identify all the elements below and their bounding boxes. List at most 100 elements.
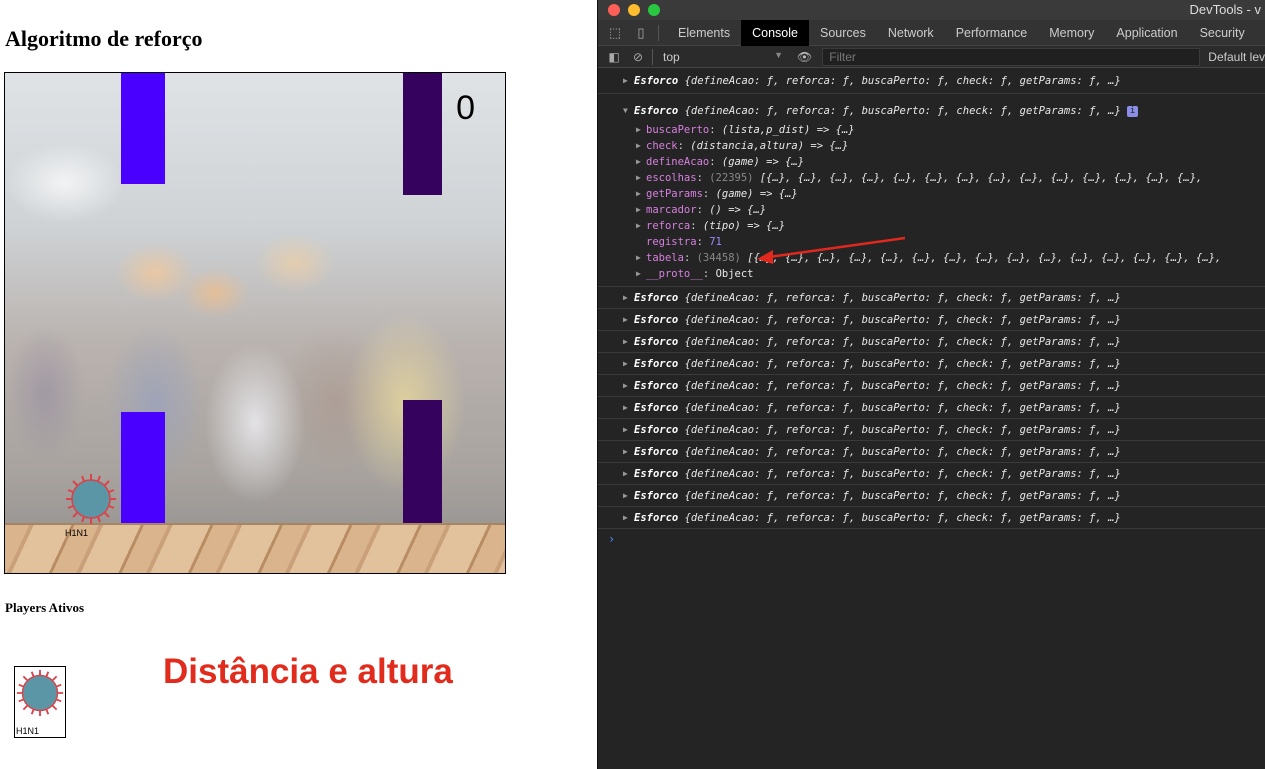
expand-triangle-icon[interactable]: ▶ bbox=[636, 170, 641, 186]
property-proto[interactable]: ▶ __proto__: Object bbox=[598, 266, 1265, 282]
tab-console[interactable]: Console bbox=[741, 19, 809, 46]
expand-triangle-icon[interactable]: ▶ bbox=[623, 375, 628, 397]
property-reforca[interactable]: ▶ reforca: (tipo) => {…} bbox=[598, 218, 1265, 234]
expand-triangle-icon[interactable]: ▶ bbox=[623, 485, 628, 507]
page-title: Algoritmo de reforço bbox=[5, 26, 203, 51]
console-entry[interactable]: ▶ Esforco {defineAcao: ƒ, reforca: ƒ, bus… bbox=[598, 397, 1265, 419]
window-title: DevTools - v bbox=[1189, 2, 1261, 17]
property-marcador[interactable]: ▶ marcador: () => {…} bbox=[598, 202, 1265, 218]
property-tabela[interactable]: ▶ tabela: (34458) [{…}, {…}, {…}, {…}, {…… bbox=[598, 250, 1265, 266]
expand-triangle-icon[interactable]: ▶ bbox=[623, 397, 628, 419]
entry-class-name: Esforco bbox=[634, 402, 679, 414]
console-entry[interactable]: ▶ Esforco {defineAcao: ƒ, reforca: ƒ, bus… bbox=[598, 375, 1265, 397]
entry-preview: {defineAcao: ƒ, reforca: ƒ, buscaPerto: … bbox=[684, 446, 1121, 458]
expanded-header[interactable]: ▼ Esforco {defineAcao: ƒ, reforca: ƒ, bu… bbox=[598, 100, 1265, 122]
property-value: () => {…} bbox=[709, 204, 767, 216]
collapse-triangle-icon[interactable]: ▼ bbox=[623, 100, 628, 122]
game-page: Algoritmo de reforço 0 H1N1 Players Ativ… bbox=[0, 0, 598, 769]
filter-input[interactable]: Filter bbox=[822, 47, 1201, 66]
pipe-top-2 bbox=[403, 73, 442, 195]
property-getParams[interactable]: ▶ getParams: (game) => {…} bbox=[598, 186, 1265, 202]
context-selector[interactable]: top ▼ bbox=[663, 50, 783, 64]
console-toolbar: ◧ ⊘ top ▼ 👁 Filter Default lev bbox=[598, 46, 1265, 68]
expand-triangle-icon[interactable]: ▶ bbox=[636, 186, 641, 202]
property-value: 71 bbox=[709, 236, 722, 248]
expand-triangle-icon[interactable]: ▶ bbox=[636, 122, 641, 138]
clear-console-icon[interactable]: ⊘ bbox=[630, 50, 646, 64]
close-window-button[interactable] bbox=[608, 4, 620, 16]
expand-triangle-icon[interactable]: ▶ bbox=[623, 463, 628, 485]
expand-triangle-icon[interactable]: ▶ bbox=[623, 441, 628, 463]
expand-triangle-icon[interactable]: ▶ bbox=[623, 331, 628, 353]
tab-application[interactable]: Application bbox=[1105, 20, 1188, 46]
property-escolhas[interactable]: ▶ escolhas: (22395) [{…}, {…}, {…}, {…}, … bbox=[598, 170, 1265, 186]
tab-memory[interactable]: Memory bbox=[1038, 20, 1105, 46]
entry-class-name: Esforco bbox=[634, 314, 679, 326]
expand-triangle-icon[interactable]: ▶ bbox=[623, 287, 628, 309]
info-icon[interactable]: i bbox=[1127, 105, 1139, 117]
caption-text: Distância e altura bbox=[163, 652, 453, 691]
expand-triangle-icon[interactable]: ▶ bbox=[636, 138, 641, 154]
expand-triangle-icon[interactable]: ▶ bbox=[623, 353, 628, 375]
console-prompt[interactable]: › bbox=[598, 529, 1265, 549]
toolbar-divider bbox=[652, 48, 653, 65]
collapsed-entries: ▶ Esforco {defineAcao: ƒ, reforca: ƒ, bus… bbox=[598, 287, 1265, 529]
console-entry[interactable]: ▶ Esforco {defineAcao: ƒ, reforca: ƒ, bus… bbox=[598, 485, 1265, 507]
entry-class-name: Esforco bbox=[634, 446, 679, 458]
property-count: (22395) bbox=[709, 172, 754, 184]
console-entry[interactable]: ▶ Esforco {defineAcao: ƒ, reforca: ƒ, bu… bbox=[598, 68, 1265, 94]
player-card[interactable]: H1N1 bbox=[14, 666, 66, 738]
tab-security[interactable]: Security bbox=[1189, 20, 1256, 46]
device-toolbar-icon[interactable]: ▯ bbox=[632, 25, 650, 41]
console-entry-expanded[interactable]: ▼ Esforco {defineAcao: ƒ, reforca: ƒ, bu… bbox=[598, 94, 1265, 287]
property-value: Object bbox=[715, 268, 754, 280]
tab-elements[interactable]: Elements bbox=[667, 20, 741, 46]
console-entry[interactable]: ▶ Esforco {defineAcao: ƒ, reforca: ƒ, bus… bbox=[598, 463, 1265, 485]
expand-triangle-icon[interactable]: ▶ bbox=[623, 419, 628, 441]
tab-network[interactable]: Network bbox=[877, 20, 945, 46]
expand-triangle-icon[interactable]: ▶ bbox=[623, 309, 628, 331]
tab-performance[interactable]: Performance bbox=[945, 20, 1039, 46]
property-value: (game) => {…} bbox=[721, 156, 805, 168]
property-registra[interactable]: registra: 71 bbox=[598, 234, 1265, 250]
property-buscaPerto[interactable]: ▶ buscaPerto: (lista,p_dist) => {…} bbox=[598, 122, 1265, 138]
entry-preview: {defineAcao: ƒ, reforca: ƒ, buscaPerto: … bbox=[684, 292, 1121, 304]
maximize-window-button[interactable] bbox=[648, 4, 660, 16]
entry-preview: {defineAcao: ƒ, reforca: ƒ, buscaPerto: … bbox=[684, 512, 1121, 524]
minimize-window-button[interactable] bbox=[628, 4, 640, 16]
expand-triangle-icon[interactable]: ▶ bbox=[636, 250, 641, 266]
entry-class-name: Esforco bbox=[634, 75, 679, 87]
console-entry[interactable]: ▶ Esforco {defineAcao: ƒ, reforca: ƒ, bus… bbox=[598, 419, 1265, 441]
entry-preview: {defineAcao: ƒ, reforca: ƒ, buscaPerto: … bbox=[684, 75, 1121, 87]
tab-sources[interactable]: Sources bbox=[809, 20, 877, 46]
console-entry[interactable]: ▶ Esforco {defineAcao: ƒ, reforca: ƒ, bus… bbox=[598, 331, 1265, 353]
expand-triangle-icon[interactable]: ▶ bbox=[636, 154, 641, 170]
live-expression-eye-icon[interactable]: 👁 bbox=[797, 50, 812, 64]
expand-triangle-icon[interactable]: ▶ bbox=[636, 266, 641, 282]
property-value: [{…}, {…}, {…}, {…}, {…}, {…}, {…}, {…},… bbox=[759, 172, 1203, 184]
property-check[interactable]: ▶ check: (distancia,altura) => {…} bbox=[598, 138, 1265, 154]
console-entry[interactable]: ▶ Esforco {defineAcao: ƒ, reforca: ƒ, bus… bbox=[598, 353, 1265, 375]
expand-triangle-icon[interactable]: ▶ bbox=[636, 218, 641, 234]
property-defineAcao[interactable]: ▶ defineAcao: (game) => {…} bbox=[598, 154, 1265, 170]
entry-class-name: Esforco bbox=[634, 292, 679, 304]
expand-triangle-icon[interactable]: ▶ bbox=[623, 507, 628, 529]
game-canvas[interactable]: 0 H1N1 bbox=[4, 72, 506, 574]
log-levels-dropdown[interactable]: Default lev bbox=[1208, 50, 1265, 64]
pipe-top-1 bbox=[121, 73, 165, 184]
property-key: buscaPerto bbox=[646, 124, 710, 136]
expand-triangle-icon[interactable]: ▶ bbox=[636, 202, 641, 218]
inspect-element-icon[interactable]: ⬚ bbox=[606, 25, 624, 41]
entry-class-name: Esforco bbox=[634, 105, 679, 117]
entry-preview: {defineAcao: ƒ, reforca: ƒ, buscaPerto: … bbox=[684, 402, 1121, 414]
sidebar-toggle-icon[interactable]: ◧ bbox=[606, 50, 622, 64]
console-entry[interactable]: ▶ Esforco {defineAcao: ƒ, reforca: ƒ, bus… bbox=[598, 287, 1265, 309]
console-entry[interactable]: ▶ Esforco {defineAcao: ƒ, reforca: ƒ, bus… bbox=[598, 441, 1265, 463]
console-output: ▶ Esforco {defineAcao: ƒ, reforca: ƒ, bu… bbox=[598, 68, 1265, 549]
expand-triangle-icon[interactable]: ▶ bbox=[623, 68, 628, 94]
title-bar: DevTools - v bbox=[598, 0, 1265, 20]
property-key: marcador bbox=[646, 204, 697, 216]
entry-preview: {defineAcao: ƒ, reforca: ƒ, buscaPerto: … bbox=[684, 380, 1121, 392]
console-entry[interactable]: ▶ Esforco {defineAcao: ƒ, reforca: ƒ, bus… bbox=[598, 507, 1265, 529]
console-entry[interactable]: ▶ Esforco {defineAcao: ƒ, reforca: ƒ, bus… bbox=[598, 309, 1265, 331]
